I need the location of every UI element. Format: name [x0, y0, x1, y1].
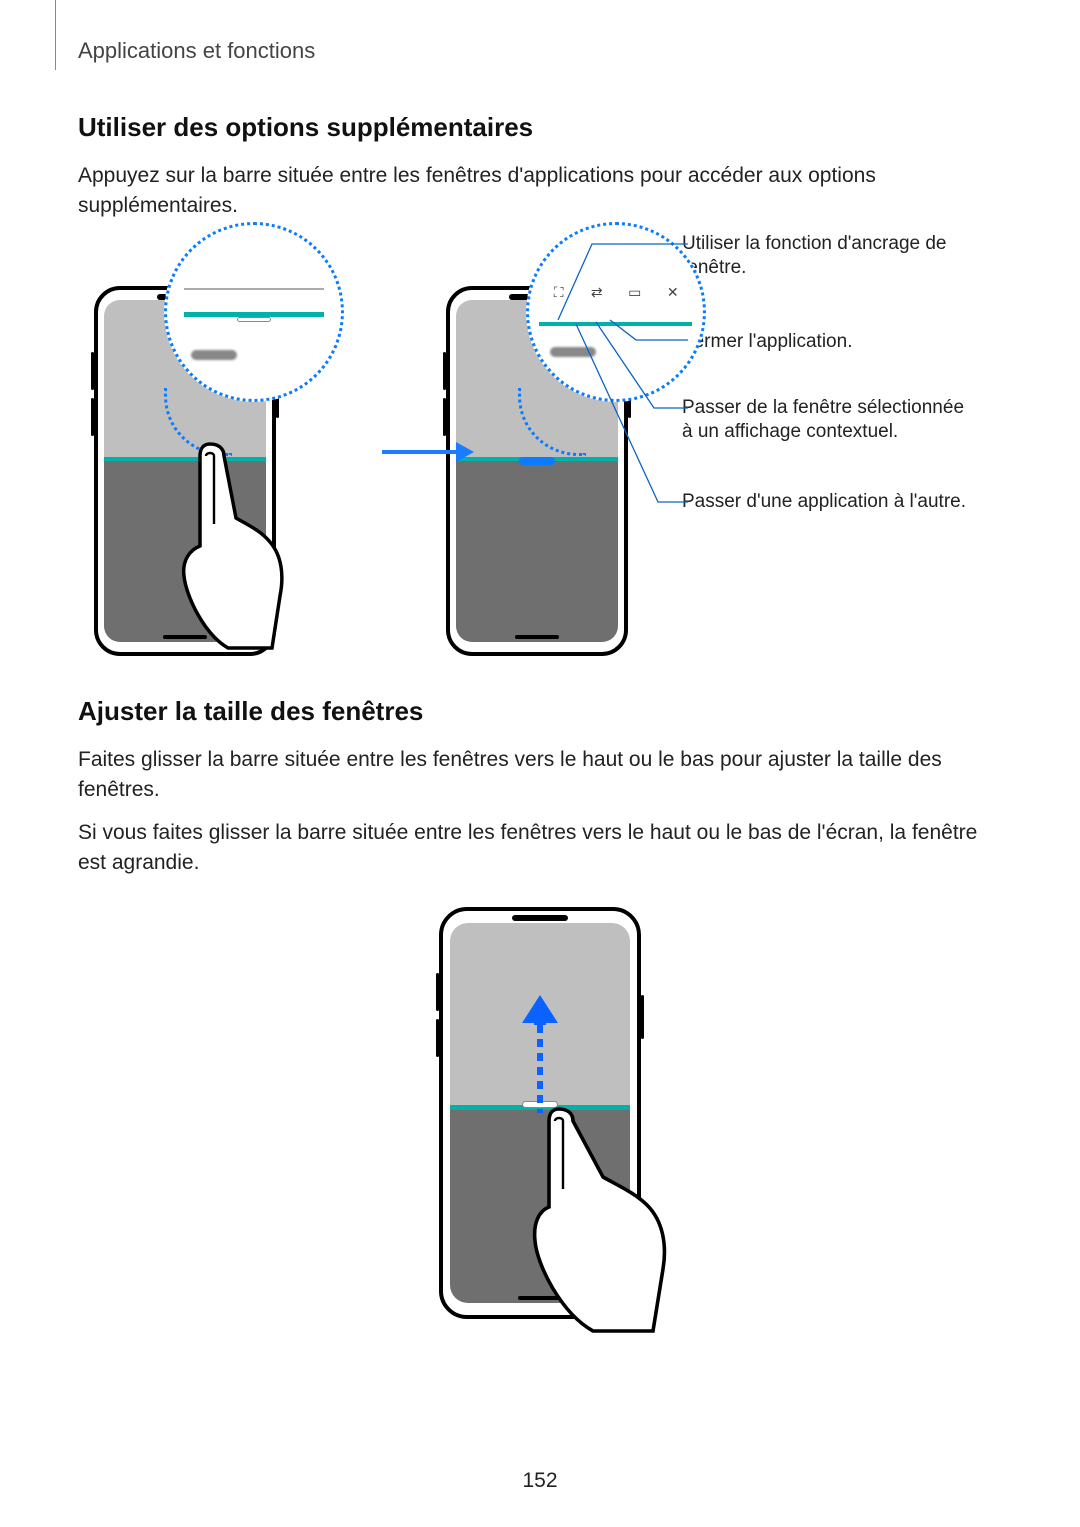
page-number: 152: [0, 1469, 1080, 1493]
section2-body1: Faites glisser la barre située entre les…: [78, 745, 1002, 806]
magnifier-left: [164, 222, 344, 402]
section2-body2: Si vous faites glisser la barre située e…: [78, 818, 1002, 879]
hand-icon: [176, 436, 296, 656]
callout-close: Fermer l'application.: [682, 330, 972, 354]
arrow-right-icon: [378, 436, 474, 468]
section1-heading: Utiliser des options supplémentaires: [78, 112, 1002, 143]
callout-anchor: Utiliser la fonction d'ancrage de fenêtr…: [682, 232, 972, 281]
section2-heading: Ajuster la taille des fenêtres: [78, 696, 1002, 727]
figure-split-options: ⛶ ⇄ ▭ ✕ Utiliser la fonction d'ancrage d…: [78, 250, 1002, 656]
breadcrumb: Applications et fonctions: [78, 38, 1002, 64]
page-content: Applications et fonctions Utiliser des o…: [0, 0, 1080, 1319]
section1-body: Appuyez sur la barre située entre les fe…: [78, 161, 1002, 222]
figure-resize: [78, 907, 1002, 1319]
phone-illustration-resize: [439, 907, 641, 1319]
callout-popup: Passer de la fenêtre sélectionnée à un a…: [682, 396, 972, 445]
callouts: Utiliser la fonction d'ancrage de fenêtr…: [682, 250, 1002, 254]
hand-icon: [531, 1103, 681, 1343]
margin-rule: [55, 0, 56, 70]
callout-swap: Passer d'une application à l'autre.: [682, 490, 972, 514]
